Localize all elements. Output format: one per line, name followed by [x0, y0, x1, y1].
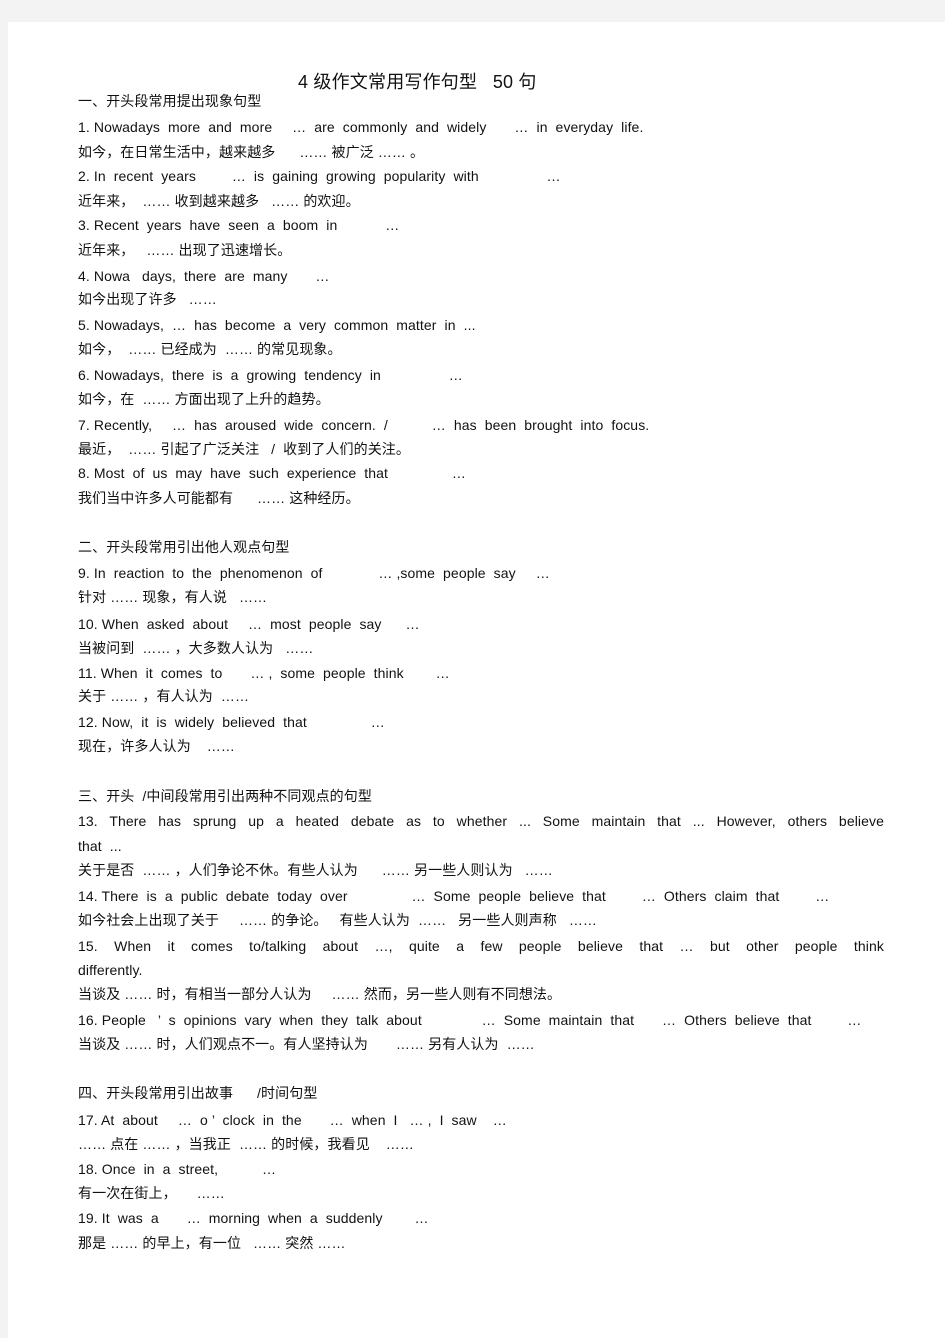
- english-sentence-line: 12. Now, it is widely believed that …: [78, 714, 385, 730]
- english-sentence-line: 10. When asked about … most people say …: [78, 616, 420, 632]
- english-sentence-line: 18. Once in a street, …: [78, 1161, 277, 1177]
- section-heading: 四、开头段常用引出故事 /时间句型: [78, 1085, 318, 1101]
- english-sentence-line: 2. In recent years … is gaining growing …: [78, 168, 561, 184]
- chinese-translation-line: 现在，许多人认为 ……: [78, 738, 235, 754]
- chinese-translation-line: 有一次在街上， ……: [78, 1185, 225, 1201]
- english-sentence-line: 4. Nowa days, there are many …: [78, 268, 330, 284]
- english-sentence-line: differently.: [78, 962, 143, 978]
- english-sentence-line: 1. Nowadays more and more … are commonly…: [78, 119, 644, 135]
- document-title: 4 级作文常用写作句型 50 句: [298, 72, 537, 92]
- english-sentence-line: that ...: [78, 838, 122, 854]
- section-heading: 二、开头段常用引出他人观点句型: [78, 539, 290, 555]
- chinese-translation-line: 关于是否 …… ，人们争论不休。有些人认为 …… 另一些人则认为 ……: [78, 862, 553, 878]
- section-heading: 一、开头段常用提出现象句型: [78, 93, 262, 109]
- english-sentence-line: 14. There is a public debate today over …: [78, 888, 830, 904]
- chinese-translation-line: 如今社会上出现了关于 …… 的争论。 有些人认为 …… 另一些人则声称 ……: [78, 912, 598, 928]
- chinese-translation-line: 如今， …… 已经成为 …… 的常见现象。: [78, 341, 342, 357]
- chinese-translation-line: 近年来， …… 出现了迅速增长。: [78, 242, 292, 258]
- english-sentence-line: 19. It was a … morning when a suddenly …: [78, 1210, 429, 1226]
- english-sentence-line: 17. At about … o ’ clock in the … when I…: [78, 1112, 507, 1128]
- section-heading: 三、开头 /中间段常用引出两种不同观点的句型: [78, 788, 372, 804]
- chinese-translation-line: 关于 …… ，有人认为 ……: [78, 688, 250, 704]
- chinese-translation-line: 我们当中许多人可能都有 …… 这种经历。: [78, 490, 360, 506]
- english-sentence-line: 5. Nowadays, … has become a very common …: [78, 317, 476, 333]
- chinese-translation-line: 近年来， …… 收到越来越多 …… 的欢迎。: [78, 193, 360, 209]
- chinese-translation-line: 如今，在 …… 方面出现了上升的趋势。: [78, 391, 330, 407]
- chinese-translation-line: 那是 …… 的早上，有一位 …… 突然 ……: [78, 1235, 346, 1251]
- english-sentence-line: 11. When it comes to … , some people thi…: [78, 665, 450, 681]
- chinese-translation-line: 当谈及 …… 时，有相当一部分人认为 …… 然而，另一些人则有不同想法。: [78, 986, 562, 1002]
- chinese-translation-line: …… 点在 …… ，当我正 …… 的时候，我看见 ……: [78, 1136, 414, 1152]
- chinese-translation-line: 当谈及 …… 时，人们观点不一。有人坚持认为 …… 另有人认为 ……: [78, 1036, 535, 1052]
- chinese-translation-line: 当被问到 …… ，大多数人认为 ……: [78, 640, 314, 656]
- english-sentence-line: 8. Most of us may have such experience t…: [78, 465, 466, 481]
- chinese-translation-line: 如今出现了许多 ……: [78, 291, 217, 307]
- english-sentence-line: 15. When it comes to/talking about …, qu…: [78, 938, 884, 954]
- english-sentence-line: 13. There has sprung up a heated debate …: [78, 813, 884, 829]
- chinese-translation-line: 如今，在日常生活中，越来越多 …… 被广泛 …… 。: [78, 144, 425, 160]
- chinese-translation-line: 针对 …… 现象，有人说 ……: [78, 589, 268, 605]
- chinese-translation-line: 最近， …… 引起了广泛关注 / 收到了人们的关注。: [78, 441, 411, 457]
- english-sentence-line: 7. Recently, … has aroused wide concern.…: [78, 417, 650, 433]
- english-sentence-line: 9. In reaction to the phenomenon of … ,s…: [78, 565, 550, 581]
- english-sentence-line: 3. Recent years have seen a boom in …: [78, 217, 400, 233]
- english-sentence-line: 6. Nowadays, there is a growing tendency…: [78, 367, 463, 383]
- english-sentence-line: 16. People ’ s opinions vary when they t…: [78, 1012, 862, 1028]
- document-page: 4 级作文常用写作句型 50 句 一、开头段常用提出现象句型 1. Nowaday…: [8, 22, 945, 1338]
